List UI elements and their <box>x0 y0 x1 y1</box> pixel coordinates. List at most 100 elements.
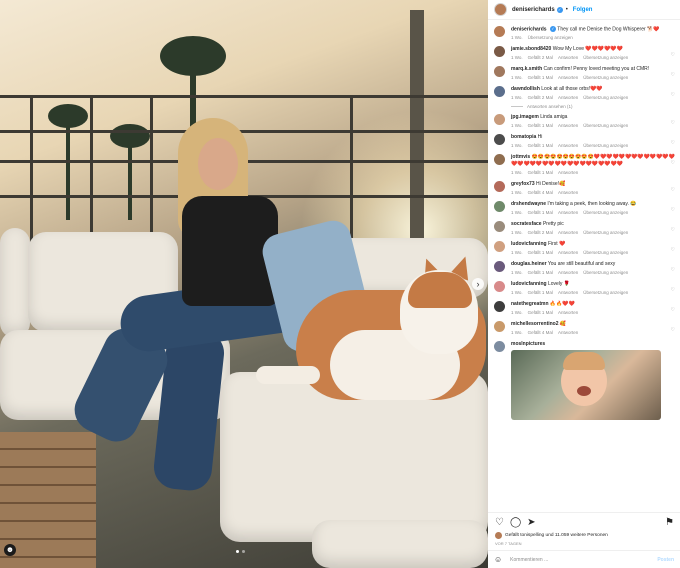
translate-link[interactable]: Übersetzung anzeigen <box>583 249 628 256</box>
comment-input[interactable]: Kommentieren ... <box>510 557 657 563</box>
avatar[interactable] <box>494 201 505 213</box>
comment-likes[interactable]: Gefällt 1 Mal <box>528 269 553 276</box>
comment-username[interactable]: jpg.imagem <box>511 114 539 120</box>
avatar[interactable] <box>494 154 505 166</box>
translate-link[interactable]: Übersetzung anzeigen <box>583 122 628 129</box>
comment-username[interactable]: marq.k.smith <box>511 66 542 72</box>
translate-link[interactable]: Übersetzung anzeigen <box>583 229 628 236</box>
comment-heart-icon[interactable]: ♡ <box>671 92 675 99</box>
comment-heart-icon[interactable]: ♡ <box>671 52 675 59</box>
comment-list[interactable]: deniserichards ✓ They call me Denise the… <box>488 22 680 510</box>
reply-button[interactable]: Antworten <box>558 54 578 61</box>
comment-heart-icon[interactable]: ♡ <box>671 267 675 274</box>
comment-username[interactable]: michellesorrentino2 <box>511 321 559 327</box>
translate-link[interactable]: Übersetzung anzeigen <box>583 142 628 149</box>
avatar[interactable] <box>494 301 505 313</box>
reply-button[interactable]: Antworten <box>558 209 578 216</box>
comment-username[interactable]: natethegreatmn <box>511 301 549 307</box>
comment-likes[interactable]: Gefällt 1 Mal <box>528 169 553 176</box>
reply-button[interactable]: Antworten <box>558 142 578 149</box>
bookmark-icon[interactable]: ⚑ <box>665 517 674 529</box>
reply-button[interactable]: Antworten <box>558 189 578 196</box>
translate-link[interactable]: Übersetzung anzeigen <box>583 94 628 101</box>
comment-icon[interactable]: ◯ <box>510 517 521 529</box>
next-arrow-icon[interactable]: › <box>472 278 484 290</box>
comment-username[interactable]: drshendwayne <box>511 201 546 207</box>
comment-heart-icon[interactable]: ♡ <box>671 307 675 314</box>
comment-username[interactable]: douglas.heiner <box>511 261 547 267</box>
translate-link[interactable]: Übersetzung anzeigen <box>583 74 628 81</box>
reply-button[interactable]: Antworten <box>558 289 578 296</box>
post-button[interactable]: Posten <box>657 557 674 563</box>
comment-likes[interactable]: Gefällt 1 Mal <box>528 249 553 256</box>
comment-likes[interactable]: Gefällt 2 Mal <box>528 54 553 61</box>
comment-heart-icon[interactable]: ♡ <box>671 247 675 254</box>
comment-heart-icon[interactable]: ♡ <box>671 187 675 194</box>
caption-username[interactable]: deniserichards <box>511 26 547 32</box>
comment-username[interactable]: moslnpictures <box>511 341 545 347</box>
translate-link[interactable]: Übersetzung anzeigen <box>583 269 628 276</box>
comment-username[interactable]: ludovicfanning <box>511 281 547 287</box>
reply-button[interactable]: Antworten <box>558 94 578 101</box>
reply-button[interactable]: Antworten <box>558 169 578 176</box>
reply-button[interactable]: Antworten <box>558 309 578 316</box>
translate-link[interactable]: Übersetzung anzeigen <box>583 209 628 216</box>
comment-heart-icon[interactable]: ♡ <box>671 160 675 167</box>
comment-likes[interactable]: Gefällt 1 Mal <box>528 74 553 81</box>
avatar[interactable] <box>494 281 505 293</box>
view-replies-label[interactable]: Antworten ansehen (1) <box>527 104 573 109</box>
follow-button[interactable]: Folgen <box>573 7 593 13</box>
comment-heart-icon[interactable]: ♡ <box>671 207 675 214</box>
comment-username[interactable]: jottmvis <box>511 154 530 160</box>
post-image[interactable]: › ☻ <box>0 0 488 568</box>
user-tag-icon[interactable]: ☻ <box>4 544 16 556</box>
translate-link[interactable]: Übersetzung anzeigen <box>583 289 628 296</box>
comment-likes[interactable]: Gefällt 2 Mal <box>528 229 553 236</box>
comment-username[interactable]: bomatopia <box>511 134 536 140</box>
smiley-icon[interactable]: ☺ <box>494 555 502 564</box>
comment-heart-icon[interactable]: ♡ <box>671 140 675 147</box>
translate-link[interactable]: Übersetzung anzeigen <box>583 54 628 61</box>
comment-likes[interactable]: Gefällt 1 Mal <box>528 142 553 149</box>
comment-username[interactable]: ludovicfanning <box>511 241 547 247</box>
avatar[interactable] <box>494 261 505 273</box>
avatar[interactable] <box>494 46 505 58</box>
avatar[interactable] <box>494 134 505 146</box>
comment-likes[interactable]: Gefällt 1 Mal <box>528 209 553 216</box>
reply-button[interactable]: Antworten <box>558 74 578 81</box>
send-icon[interactable]: ➤ <box>527 517 535 529</box>
heart-icon[interactable]: ♡ <box>495 517 504 529</box>
comment-username[interactable]: socratesface <box>511 221 542 227</box>
avatar[interactable] <box>494 321 505 333</box>
avatar[interactable] <box>494 341 505 353</box>
avatar[interactable] <box>494 221 505 233</box>
comment-likes[interactable]: Gefällt 4 Mal <box>528 329 553 336</box>
comment-heart-icon[interactable]: ♡ <box>671 327 675 334</box>
comment-likes[interactable]: Gefällt 1 Mal <box>528 289 553 296</box>
reply-button[interactable]: Antworten <box>558 269 578 276</box>
comment-likes[interactable]: Gefällt 1 Mal <box>528 122 553 129</box>
comment-heart-icon[interactable]: ♡ <box>671 287 675 294</box>
reply-button[interactable]: Antworten <box>558 249 578 256</box>
header-username[interactable]: deniserichards <box>512 7 555 13</box>
avatar[interactable] <box>494 114 505 126</box>
view-replies[interactable]: Antworten ansehen (1) <box>511 104 676 109</box>
comment-heart-icon[interactable]: ♡ <box>671 227 675 234</box>
avatar[interactable] <box>494 241 505 253</box>
avatar[interactable] <box>494 86 505 98</box>
reply-button[interactable]: Antworten <box>558 122 578 129</box>
caption-translate[interactable]: Übersetzung anzeigen <box>528 34 573 41</box>
avatar[interactable] <box>494 26 505 37</box>
reply-button[interactable]: Antworten <box>558 329 578 336</box>
comment-username[interactable]: greyfox73 <box>511 181 535 187</box>
comment-likes[interactable]: Gefällt 2 Mal <box>528 94 553 101</box>
comment-heart-icon[interactable]: ♡ <box>671 120 675 127</box>
avatar[interactable] <box>494 3 507 16</box>
comment-likes[interactable]: Gefällt 4 Mal <box>528 189 553 196</box>
comment-username[interactable]: jamie.sbond8420 <box>511 46 551 52</box>
comment-likes[interactable]: Gefällt 1 Mal <box>528 309 553 316</box>
likes-text[interactable]: Gefällt tonispelling und 11.059 weitere … <box>505 533 608 538</box>
comment-image[interactable] <box>511 350 661 421</box>
comment-heart-icon[interactable]: ♡ <box>671 72 675 79</box>
comment-username[interactable]: dawndollish <box>511 86 540 92</box>
